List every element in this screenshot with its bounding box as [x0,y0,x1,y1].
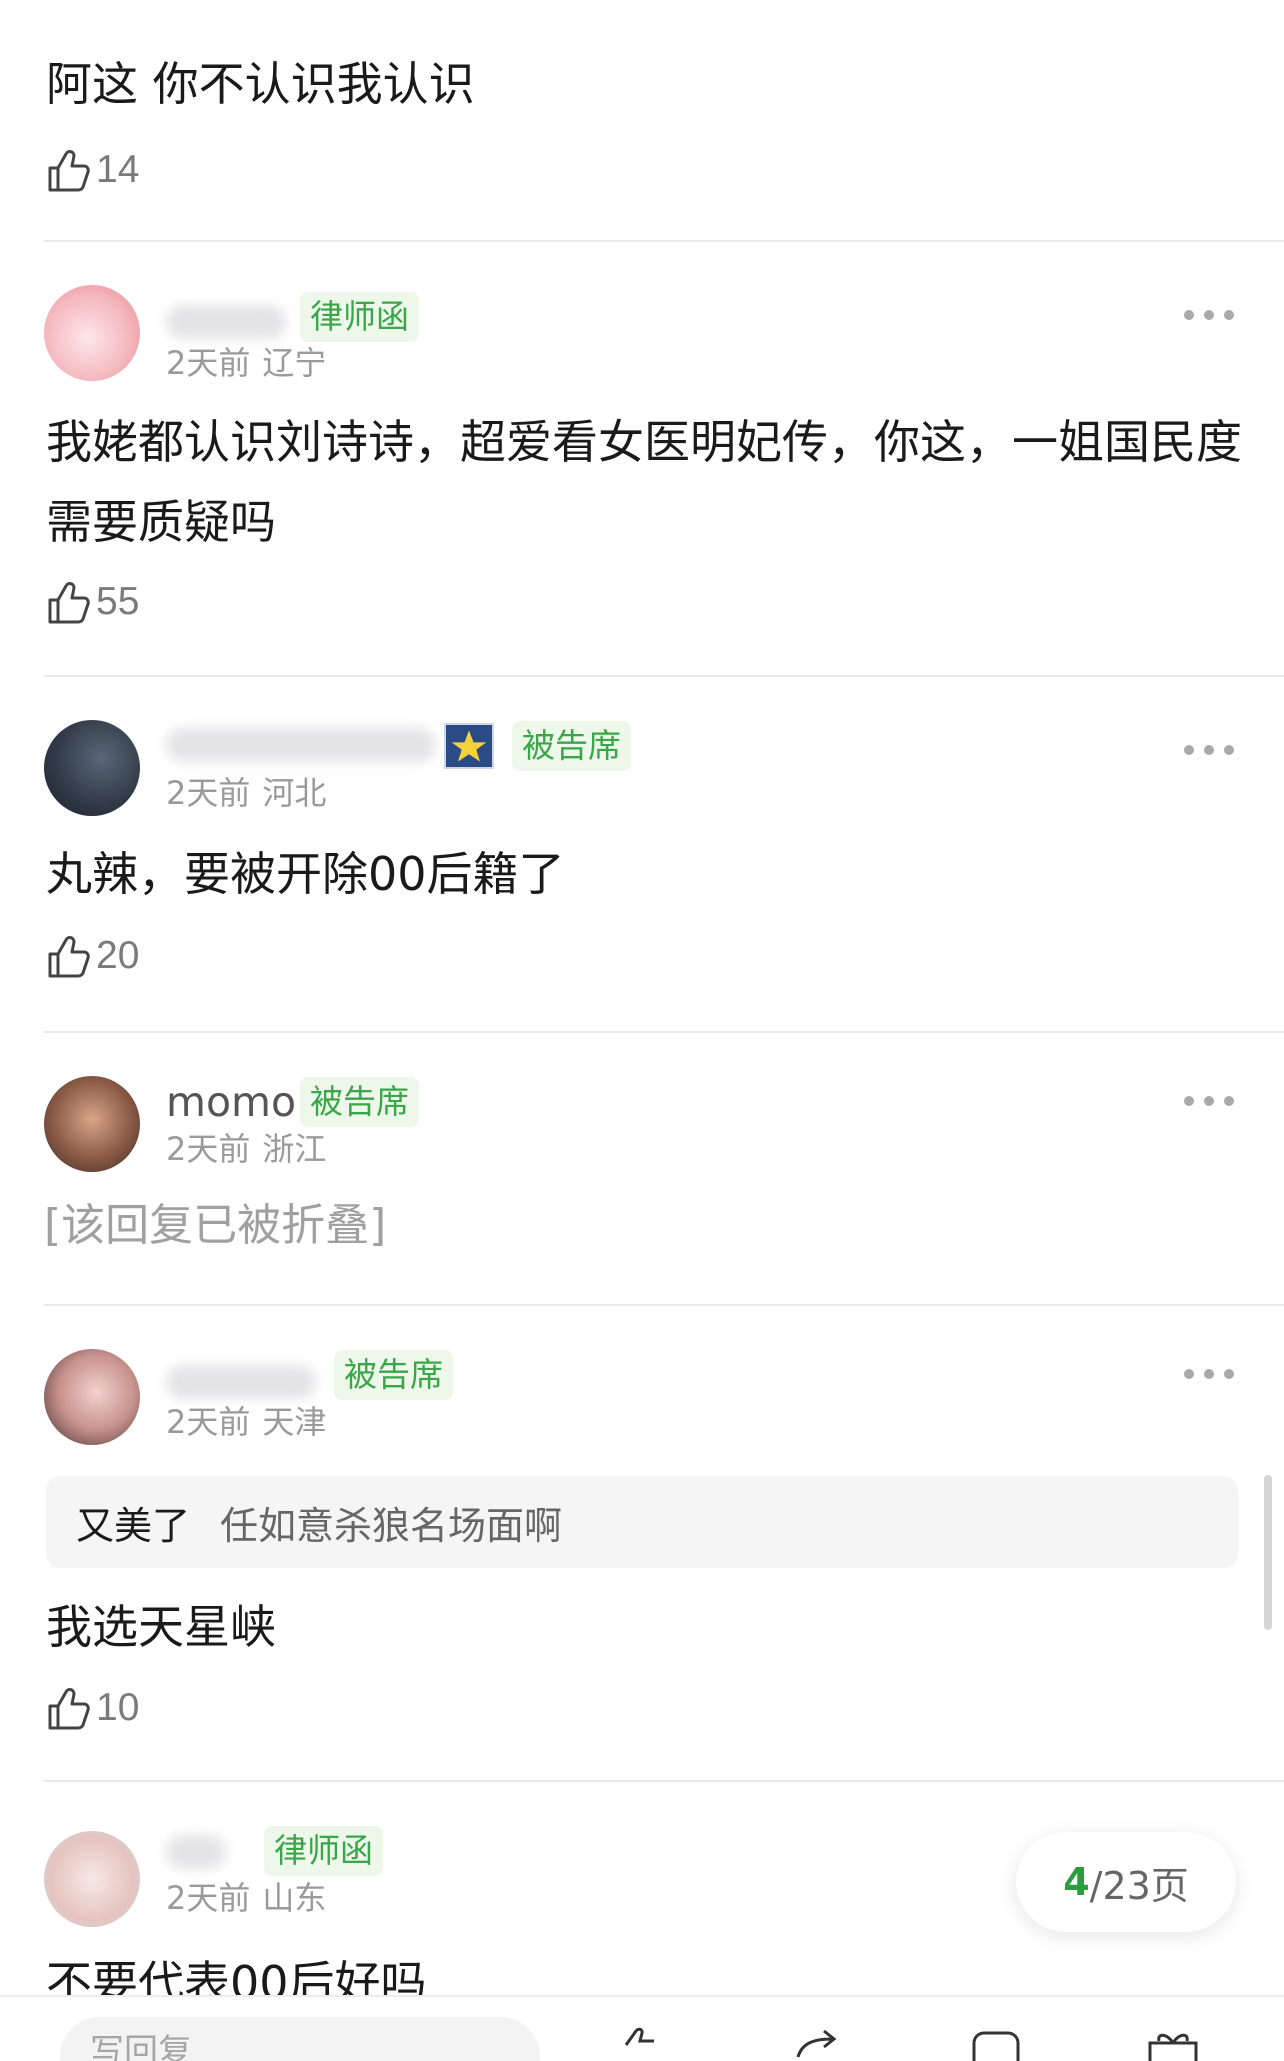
username-blurred [166,305,286,339]
like-button[interactable]: 55 [46,576,139,628]
comment-icon[interactable] [970,2027,1022,2061]
comment-text: 丸辣，要被开除00后籍了 [46,847,565,901]
comment-time: 2天前 [166,1403,251,1441]
more-icon[interactable] [1184,308,1234,322]
thumbs-up-icon[interactable] [620,2027,668,2061]
bottom-action-bar: 写回复 [0,1995,1284,2061]
comment-time: 2天前 [166,1130,251,1168]
scrollbar[interactable] [1264,1475,1272,1630]
comment-text: 我选天星峡 [46,1600,276,1654]
comment-text: 我姥都认识刘诗诗，超爱看女医明妃传，你这，一姐国民度需要质疑吗 [46,415,1242,549]
like-count: 55 [96,580,140,623]
total-pages: /23页 [1089,1863,1189,1908]
more-icon[interactable] [1184,1094,1234,1108]
comment-meta: 2天前 浙江 [166,1127,326,1171]
comment-meta: 2天前 山东 [166,1876,326,1920]
comment-item: 律师函 2天前 辽宁 我姥都认识刘诗诗，超爱看女医明妃传，你这，一姐国民度需要质疑… [0,241,1284,675]
comment-location: 天津 [262,1403,327,1441]
thumbs-up-icon [48,936,90,978]
avatar[interactable] [44,1831,140,1927]
thumbs-up-icon [48,1688,90,1730]
comment-location: 山东 [262,1879,327,1917]
share-icon[interactable] [790,2027,850,2061]
comment-location: 河北 [262,774,327,812]
comment-item: 被告席 2天前 河北 丸辣，要被开除00后籍了 20 [0,676,1284,1031]
user-badge: 被告席 [300,1077,419,1127]
like-button[interactable]: 14 [46,144,139,196]
quoted-text: 任如意杀狼名场面啊 [220,1503,563,1548]
user-badge: 被告席 [334,1350,453,1400]
user-badge: 律师函 [300,292,419,342]
avatar[interactable] [44,1076,140,1172]
username-blurred [166,728,436,762]
comment-item: 阿这 你不认识我认识 14 [0,0,1284,241]
comment-text: 不要代表00后好吗 [46,1956,427,1995]
username[interactable]: momo [166,1076,296,1128]
gift-icon[interactable] [1144,2027,1202,2061]
folded-reply-text[interactable]: [该回复已被折叠] [44,1194,386,1258]
username-blurred [166,1365,316,1399]
avatar[interactable] [44,285,140,381]
user-badge: 被告席 [512,721,631,771]
comment-item: 被告席 2天前 天津 又美了 任如意杀狼名场面啊 我选天星峡 10 [0,1305,1284,1780]
comment-meta: 2天前 天津 [166,1400,326,1444]
comment-location: 辽宁 [262,344,327,382]
comment-time: 2天前 [166,774,251,812]
thumbs-up-icon [48,150,90,192]
thumbs-up-icon [48,582,90,624]
more-icon[interactable] [1184,1367,1234,1381]
comment-meta: 2天前 辽宁 [166,341,326,385]
like-count: 20 [96,934,140,977]
star-emoji-icon [444,723,494,769]
like-button[interactable]: 10 [46,1682,139,1734]
current-page: 4 [1063,1860,1090,1904]
comment-meta: 2天前 河北 [166,771,326,815]
comment-time: 2天前 [166,344,251,382]
reply-input[interactable]: 写回复 [60,2017,540,2061]
comment-text: 阿这 你不认识我认识 [46,57,475,111]
like-button[interactable]: 20 [46,930,139,982]
comment-location: 浙江 [262,1130,327,1168]
like-count: 14 [96,148,140,191]
avatar[interactable] [44,1349,140,1445]
quoted-reply[interactable]: 又美了 任如意杀狼名场面啊 [46,1476,1238,1568]
avatar[interactable] [44,720,140,816]
comment-item: momo 被告席 2天前 浙江 [该回复已被折叠] [0,1032,1284,1304]
username-blurred [166,1835,226,1869]
quoted-username: 又美了 [76,1503,191,1548]
more-icon[interactable] [1184,743,1234,757]
page-indicator[interactable]: 4/23页 [1016,1832,1236,1932]
like-count: 10 [96,1686,140,1729]
comment-time: 2天前 [166,1879,251,1917]
user-badge: 律师函 [264,1826,383,1876]
